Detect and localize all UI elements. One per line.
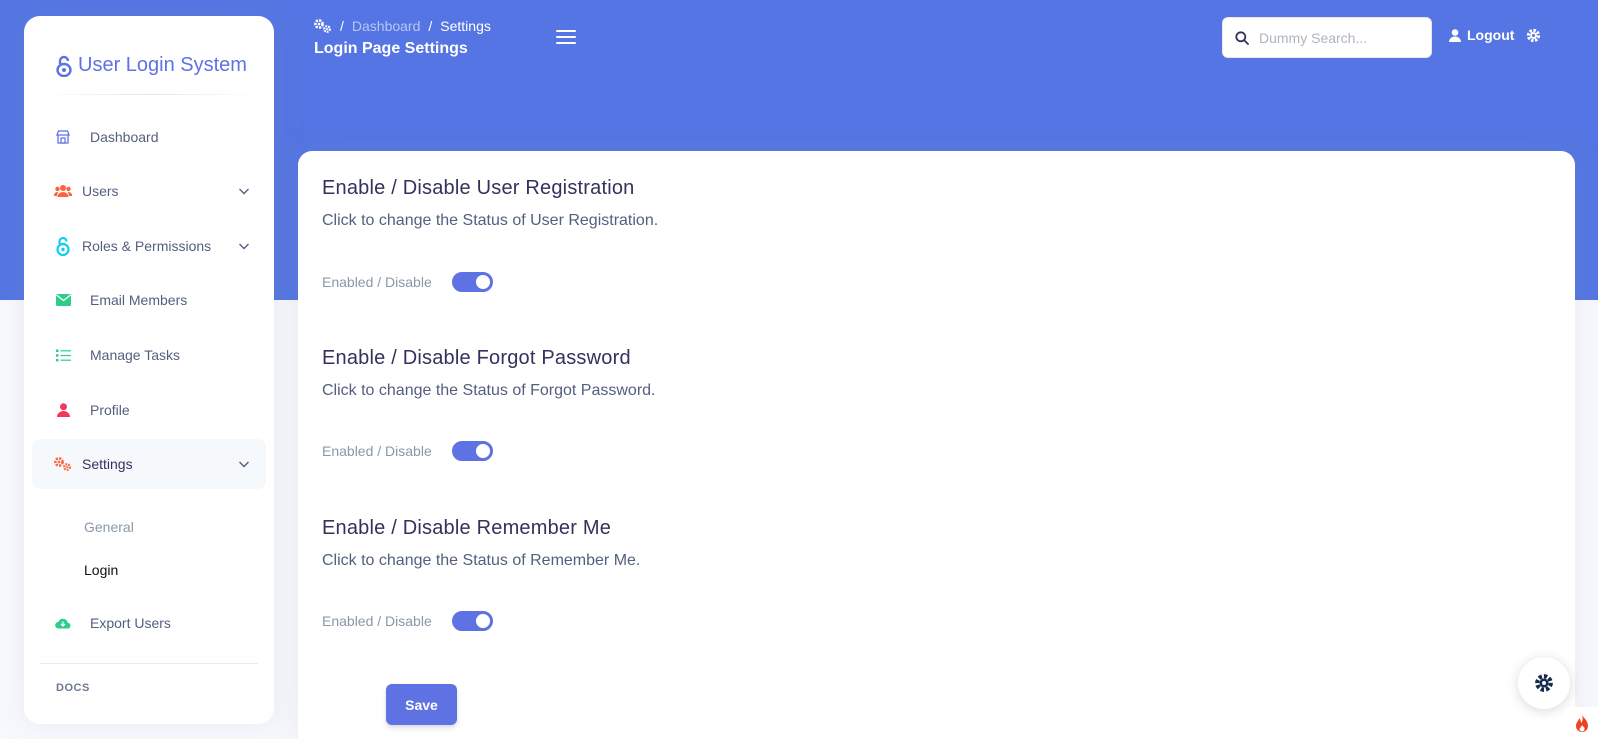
- breadcrumb-dashboard-link[interactable]: Dashboard: [352, 18, 421, 34]
- settings-fab[interactable]: [1518, 657, 1570, 709]
- toggle-row: Enabled / Disable: [322, 441, 493, 461]
- sidebar-item-label: Users: [82, 183, 119, 199]
- section-forgot-password: Enable / Disable Forgot Password Click t…: [322, 347, 656, 400]
- flame-badge[interactable]: [1566, 707, 1598, 739]
- breadcrumb-current: Settings: [440, 18, 491, 34]
- section-description: Click to change the Status of Forgot Pas…: [322, 382, 656, 399]
- gear-icon: [1535, 674, 1553, 692]
- gears-icon[interactable]: [314, 19, 332, 33]
- hamburger-icon[interactable]: [556, 30, 576, 46]
- brand[interactable]: User Login System: [56, 54, 247, 77]
- sidebar-item-settings[interactable]: Settings: [32, 439, 266, 489]
- sidebar-item-label: Roles & Permissions: [82, 238, 212, 254]
- toggle-row: Enabled / Disable: [322, 611, 493, 631]
- list-icon: [54, 346, 72, 364]
- gears-icon: [54, 455, 72, 473]
- sidebar-item-export-users[interactable]: Export Users: [32, 598, 266, 648]
- section-user-registration: Enable / Disable User Registration Click…: [322, 177, 658, 230]
- chevron-down-icon: [239, 243, 249, 250]
- logout-button[interactable]: Logout: [1449, 27, 1514, 43]
- breadcrumb-separator: /: [428, 18, 433, 34]
- search-icon: [1235, 30, 1249, 45]
- docs-heading: DOCS: [56, 682, 90, 694]
- sidebar-item-label: Manage Tasks: [90, 347, 181, 363]
- lock-icon: [56, 55, 72, 77]
- section-remember-me: Enable / Disable Remember Me Click to ch…: [322, 517, 640, 570]
- sidebar-item-users[interactable]: Users: [32, 166, 266, 216]
- user-icon: [1449, 28, 1461, 42]
- envelope-icon: [54, 291, 72, 309]
- sidebar-item-label: Export Users: [90, 615, 171, 631]
- sidebar: User Login System Dashboard Users Roles …: [24, 16, 274, 724]
- section-description: Click to change the Status of User Regis…: [322, 212, 659, 229]
- remember-me-toggle[interactable]: [451, 611, 493, 631]
- breadcrumb: / Dashboard / Settings: [314, 18, 491, 34]
- unlock-icon: [54, 236, 72, 256]
- chevron-down-icon: [239, 461, 249, 468]
- section-title: Enable / Disable Remember Me: [322, 517, 612, 539]
- save-button[interactable]: Save: [386, 684, 457, 725]
- sidebar-item-roles[interactable]: Roles & Permissions: [32, 221, 266, 271]
- search-box: [1222, 17, 1432, 58]
- sidebar-item-label: Settings: [82, 456, 133, 472]
- sidebar-item-manage-tasks[interactable]: Manage Tasks: [32, 330, 266, 380]
- divider: [40, 663, 258, 664]
- settings-card: Enable / Disable User Registration Click…: [298, 151, 1575, 739]
- toggle-label: Enabled / Disable: [322, 274, 432, 290]
- section-title: Enable / Disable User Registration: [322, 177, 635, 199]
- sidebar-item-label: Dashboard: [90, 129, 159, 145]
- sidebar-subitem-login[interactable]: Login: [84, 562, 118, 578]
- breadcrumb-separator: /: [340, 18, 344, 34]
- search-input[interactable]: [1259, 29, 1419, 46]
- gear-icon[interactable]: [1526, 28, 1541, 48]
- user-icon: [54, 401, 72, 419]
- logout-label: Logout: [1467, 27, 1515, 43]
- shop-icon: [54, 128, 72, 146]
- cloud-download-icon: [54, 614, 72, 632]
- sidebar-subitem-general[interactable]: General: [84, 519, 134, 535]
- toggle-label: Enabled / Disable: [322, 443, 432, 459]
- section-title: Enable / Disable Forgot Password: [322, 347, 631, 369]
- toggle-row: Enabled / Disable: [322, 272, 493, 292]
- page-title: Login Page Settings: [314, 40, 468, 57]
- user-registration-toggle[interactable]: [451, 272, 493, 292]
- chevron-down-icon: [239, 188, 249, 195]
- users-icon: [54, 182, 72, 200]
- section-description: Click to change the Status of Remember M…: [322, 552, 641, 569]
- sidebar-item-profile[interactable]: Profile: [32, 385, 266, 435]
- sidebar-item-label: Email Members: [90, 292, 188, 308]
- sidebar-item-email-members[interactable]: Email Members: [32, 275, 266, 325]
- divider: [40, 94, 258, 95]
- sidebar-item-dashboard[interactable]: Dashboard: [32, 112, 266, 162]
- flame-icon: [1576, 714, 1588, 732]
- toggle-label: Enabled / Disable: [322, 613, 432, 629]
- sidebar-item-label: Profile: [90, 402, 130, 418]
- forgot-password-toggle[interactable]: [451, 441, 493, 461]
- brand-name: User Login System: [78, 54, 247, 76]
